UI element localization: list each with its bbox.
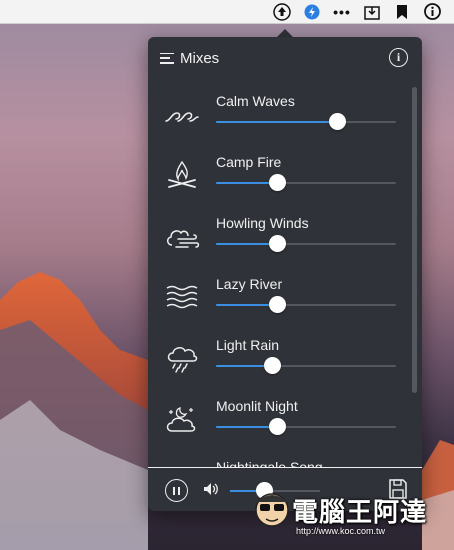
volume-slider[interactable] [216, 418, 396, 435]
download-box-icon[interactable] [362, 2, 382, 22]
mix-item-calm-waves: Calm Waves [148, 79, 422, 140]
slider-knob[interactable] [269, 296, 287, 313]
bookmark-icon[interactable] [392, 2, 412, 22]
menu-bar: ••• [0, 0, 454, 24]
campfire-icon [168, 160, 196, 188]
waves-icon [165, 112, 199, 122]
mix-name: Moonlit Night [216, 398, 298, 414]
app-badge-icon[interactable] [302, 2, 322, 22]
speaker-icon [204, 483, 218, 495]
mix-name: Lazy River [216, 276, 283, 292]
mix-item-nightingale-song: Nightingale Song [148, 445, 422, 467]
slider-knob[interactable] [269, 174, 287, 191]
moon-cloud-icon [166, 407, 196, 432]
mix-item-lazy-river: Lazy River [148, 262, 422, 323]
slider-knob[interactable] [328, 113, 346, 130]
mix-name: Light Rain [216, 337, 280, 353]
volume-slider[interactable] [216, 113, 396, 130]
mix-list: Calm Waves Camp Fire Howling Winds Lazy … [148, 79, 422, 467]
volume-slider[interactable] [216, 174, 396, 191]
rain-cloud-icon [167, 347, 198, 373]
mix-name: Calm Waves [216, 93, 295, 109]
mix-item-light-rain: Light Rain [148, 323, 422, 384]
hamburger-menu-icon[interactable] [160, 52, 174, 64]
volume-slider[interactable] [216, 235, 396, 252]
slider-knob[interactable] [269, 418, 287, 435]
popover-header: Mixes i [148, 37, 422, 79]
watermark-text: 電腦王阿達 [292, 498, 428, 528]
popover-title: Mixes [180, 49, 220, 67]
wind-cloud-icon [167, 230, 200, 248]
info-icon[interactable]: i [389, 48, 408, 67]
more-dots-icon[interactable]: ••• [332, 2, 352, 22]
pause-button[interactable] [165, 479, 188, 502]
river-icon [166, 285, 198, 309]
mix-name: Howling Winds [216, 215, 309, 231]
scrollbar[interactable] [412, 87, 417, 393]
upload-circle-icon[interactable] [272, 2, 292, 22]
watermark-url: http://www.koc.com.tw [296, 526, 386, 536]
slider-knob[interactable] [269, 235, 287, 252]
mix-item-howling-winds: Howling Winds [148, 201, 422, 262]
mixes-popover: Mixes i Calm Waves Camp Fire Howling Win… [148, 37, 422, 511]
site-watermark: 電腦王阿達 http://www.koc.com.tw [252, 486, 432, 544]
mix-item-moonlit-night: Moonlit Night [148, 384, 422, 445]
mix-item-camp-fire: Camp Fire [148, 140, 422, 201]
volume-slider[interactable] [216, 357, 396, 374]
mascot-logo-icon [255, 493, 289, 527]
mix-name: Nightingale Song [216, 459, 323, 467]
slider-knob[interactable] [263, 357, 281, 374]
mix-name: Camp Fire [216, 154, 282, 170]
volume-slider[interactable] [216, 296, 396, 313]
info-circle-icon[interactable] [422, 2, 442, 22]
